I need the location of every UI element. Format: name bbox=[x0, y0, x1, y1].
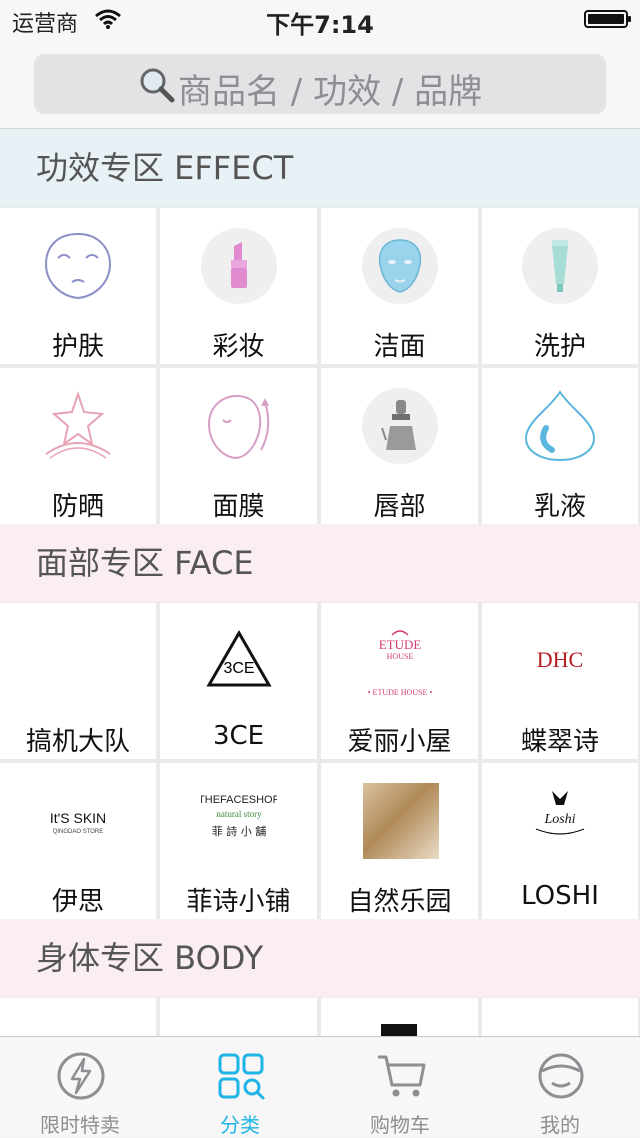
brand-label: 菲诗小铺 bbox=[186, 887, 291, 917]
3ce-logo: 3CE bbox=[205, 629, 272, 687]
category-facial-mask[interactable]: 面膜 bbox=[160, 368, 317, 524]
tab-label: 限时特卖 bbox=[40, 1113, 120, 1137]
brand-label: 搞机大队 bbox=[25, 727, 130, 757]
brand-its-skin[interactable]: It'S SKIN QINGDAO STORE 伊思 bbox=[0, 763, 156, 919]
face-grid: 搞机大队 3CE 3CE ETUDE HOUSE • ETUDE HOUSE •… bbox=[0, 602, 640, 919]
star-sun-icon bbox=[45, 390, 111, 459]
category-label: 护肤 bbox=[51, 332, 104, 362]
face-outline-icon bbox=[44, 232, 112, 300]
brand-label: 伊思 bbox=[51, 887, 104, 917]
brand-logo bbox=[381, 1024, 417, 1036]
section-header-face: 面部专区 FACE bbox=[0, 524, 640, 602]
cart-icon bbox=[378, 1055, 426, 1097]
category-label: 洗护 bbox=[533, 332, 586, 362]
category-skincare[interactable]: 护肤 bbox=[0, 208, 156, 364]
body-item[interactable] bbox=[0, 998, 156, 1036]
effect-grid: 护肤 彩妆 洁面 洗护 防晒 面膜 唇部 乳液 bbox=[0, 207, 640, 524]
category-sunscreen[interactable]: 防晒 bbox=[0, 368, 156, 524]
category-lips[interactable]: 唇部 bbox=[321, 368, 478, 524]
category-grid-icon bbox=[218, 1053, 265, 1100]
category-label: 洁面 bbox=[373, 332, 426, 362]
category-haircare[interactable]: 洗护 bbox=[482, 208, 638, 364]
etude-logo-text: ETUDE bbox=[378, 637, 421, 652]
face-mask-icon bbox=[378, 239, 421, 293]
tab-label: 购物车 bbox=[370, 1113, 430, 1137]
brand-label: 3CE bbox=[212, 721, 265, 751]
thefaceshop-logo: THEFACESHOP natural story 菲 詩 小 舖 bbox=[201, 794, 277, 838]
loshi-logo-text: Loshi bbox=[543, 812, 575, 827]
brand-3ce[interactable]: 3CE 3CE bbox=[160, 603, 317, 759]
section-header-body: 身体专区 BODY bbox=[0, 919, 640, 997]
category-label: 唇部 bbox=[373, 492, 426, 522]
search-placeholder: 商品名 / 功效 / 品牌 bbox=[178, 72, 483, 112]
dhc-logo: DHC bbox=[537, 647, 583, 672]
brand-gaoji[interactable]: 搞机大队 bbox=[0, 603, 156, 759]
thefaceshop-logo-sub: natural story bbox=[216, 809, 262, 819]
category-lotion[interactable]: 乳液 bbox=[482, 368, 638, 524]
etude-logo-footer: • ETUDE HOUSE • bbox=[367, 688, 432, 697]
tab-profile[interactable]: 我的 bbox=[480, 1037, 640, 1137]
loshi-logo: Loshi bbox=[535, 791, 585, 835]
status-time: 下午7:14 bbox=[266, 11, 374, 39]
category-label: 防晒 bbox=[51, 492, 104, 522]
category-makeup[interactable]: 彩妆 bbox=[160, 208, 317, 364]
thefaceshop-logo-footer: 菲 詩 小 舖 bbox=[211, 824, 266, 838]
body-item[interactable] bbox=[321, 998, 478, 1036]
dropper-bottle-icon bbox=[380, 400, 416, 450]
water-drop-icon bbox=[524, 390, 596, 462]
lightning-icon bbox=[57, 1052, 105, 1100]
its-skin-logo: It'S SKIN QINGDAO STORE bbox=[50, 810, 106, 835]
3ce-logo-text: 3CE bbox=[223, 660, 254, 677]
tab-category[interactable]: 分类 bbox=[160, 1037, 320, 1137]
brand-dhc[interactable]: DHC 蝶翠诗 bbox=[482, 603, 638, 759]
brand-etude-house[interactable]: ETUDE HOUSE • ETUDE HOUSE • 爱丽小屋 bbox=[321, 603, 478, 759]
category-label: 彩妆 bbox=[212, 332, 265, 362]
its-skin-logo-sub: QINGDAO STORE bbox=[53, 829, 104, 835]
category-cleansing[interactable]: 洁面 bbox=[321, 208, 478, 364]
body-item[interactable] bbox=[160, 998, 317, 1036]
category-label: 乳液 bbox=[533, 492, 586, 522]
brand-loshi[interactable]: Loshi LOSHI bbox=[482, 763, 638, 919]
brand-label: LOSHI bbox=[521, 881, 599, 911]
brand-label: 蝶翠诗 bbox=[520, 727, 599, 757]
tab-label: 分类 bbox=[220, 1113, 260, 1137]
brand-nature-park[interactable]: 自然乐园 bbox=[321, 763, 478, 919]
search-bar: 商品名 / 功效 / 品牌 bbox=[0, 40, 640, 129]
tab-flash-sale[interactable]: 限时特卖 bbox=[0, 1037, 160, 1137]
status-bar: 运营商 下午7:14 bbox=[0, 0, 640, 40]
battery-icon bbox=[584, 10, 631, 28]
category-scroll[interactable]: 功效专区 EFFECT 护肤 彩妆 洁面 洗护 防晒 面膜 唇部 乳液 面部专区… bbox=[0, 129, 640, 1036]
lipstick-icon bbox=[230, 242, 247, 288]
tab-cart[interactable]: 购物车 bbox=[320, 1037, 480, 1137]
face-mask-outline-icon bbox=[207, 394, 269, 460]
tab-label: 我的 bbox=[540, 1113, 580, 1137]
section-header-effect: 功效专区 EFFECT bbox=[0, 129, 640, 207]
tube-icon bbox=[552, 240, 568, 292]
brand-thefaceshop[interactable]: THEFACESHOP natural story 菲 詩 小 舖 菲诗小铺 bbox=[160, 763, 317, 919]
brand-label: 爱丽小屋 bbox=[347, 727, 452, 757]
search-input[interactable]: 商品名 / 功效 / 品牌 bbox=[34, 54, 606, 114]
body-item[interactable] bbox=[482, 998, 638, 1036]
etude-logo-sub: HOUSE bbox=[386, 652, 413, 661]
thefaceshop-logo-text: THEFACESHOP bbox=[201, 794, 277, 806]
body-grid bbox=[0, 997, 640, 1036]
its-skin-logo-text: It'S SKIN bbox=[50, 810, 106, 826]
product-photo bbox=[363, 783, 439, 859]
tab-bar: 限时特卖 分类 购物车 我的 bbox=[0, 1036, 640, 1137]
dhc-logo-text: DHC bbox=[537, 647, 583, 672]
category-label: 面膜 bbox=[212, 492, 265, 522]
brand-label: 自然乐园 bbox=[347, 887, 452, 917]
search-icon bbox=[140, 68, 175, 103]
profile-face-icon bbox=[538, 1053, 584, 1099]
etude-house-logo: ETUDE HOUSE • ETUDE HOUSE • bbox=[367, 630, 432, 697]
